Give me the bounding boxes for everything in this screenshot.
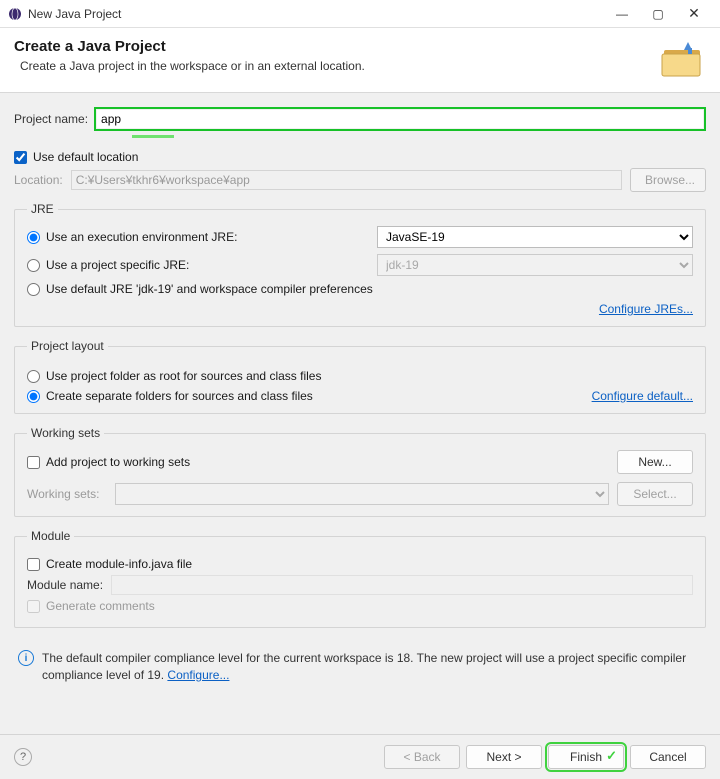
ime-underline [132, 135, 174, 138]
wizard-heading: Create a Java Project [14, 38, 658, 55]
module-name-label: Module name: [27, 578, 105, 592]
add-working-sets-label: Add project to working sets [46, 455, 190, 469]
layout-separate-label: Create separate folders for sources and … [46, 389, 313, 403]
cancel-button[interactable]: Cancel [630, 745, 706, 769]
configure-default-link[interactable]: Configure default... [592, 389, 693, 403]
layout-legend: Project layout [27, 339, 108, 353]
module-legend: Module [27, 529, 74, 543]
checkmark-icon: ✓ [606, 748, 617, 764]
configure-jres-link[interactable]: Configure JREs... [599, 302, 693, 316]
jre-opt2-row: Use a project specific JRE: jdk-19 [27, 254, 693, 276]
jre-group: JRE Use an execution environment JRE: Ja… [14, 202, 706, 327]
next-button[interactable]: Next > [466, 745, 542, 769]
use-default-location-row: Use default location [14, 150, 706, 164]
info-icon: i [18, 650, 34, 666]
select-working-set-button: Select... [617, 482, 693, 506]
jre-exec-env-radio[interactable] [27, 231, 40, 244]
jre-exec-env-label: Use an execution environment JRE: [46, 230, 237, 244]
window-title: New Java Project [28, 7, 604, 21]
close-button[interactable]: ✕ [676, 2, 712, 26]
layout-group: Project layout Use project folder as roo… [14, 339, 706, 414]
configure-compliance-link[interactable]: Configure... [167, 668, 229, 682]
minimize-button[interactable]: — [604, 2, 640, 26]
folder-icon [658, 38, 706, 78]
project-name-highlight [94, 107, 706, 131]
jre-exec-env-select[interactable]: JavaSE-19 [377, 226, 693, 248]
layout-separate-radio[interactable] [27, 390, 40, 403]
working-sets-group: Working sets Add project to working sets… [14, 426, 706, 517]
working-sets-legend: Working sets [27, 426, 104, 440]
jre-project-specific-radio[interactable] [27, 259, 40, 272]
location-label: Location: [14, 173, 63, 187]
jre-default-label: Use default JRE 'jdk-19' and workspace c… [46, 282, 373, 296]
finish-button[interactable]: Finish ✓ [548, 745, 624, 769]
location-row: Location: Browse... [14, 168, 706, 192]
create-module-info-label: Create module-info.java file [46, 557, 192, 571]
titlebar: New Java Project — ▢ ✕ [0, 0, 720, 28]
add-working-sets-checkbox[interactable] [27, 456, 40, 469]
use-default-location-checkbox[interactable] [14, 151, 27, 164]
project-name-input[interactable] [97, 110, 703, 128]
layout-root-radio[interactable] [27, 370, 40, 383]
jre-opt3-row: Use default JRE 'jdk-19' and workspace c… [27, 282, 693, 296]
button-bar: ? < Back Next > Finish ✓ Cancel [0, 734, 720, 779]
project-name-row: Project name: [14, 107, 706, 131]
maximize-button[interactable]: ▢ [640, 2, 676, 26]
generate-comments-checkbox [27, 600, 40, 613]
layout-opt2-row: Create separate folders for sources and … [27, 389, 693, 403]
eclipse-icon [8, 7, 22, 21]
jre-opt1-row: Use an execution environment JRE: JavaSE… [27, 226, 693, 248]
browse-button: Browse... [630, 168, 706, 192]
layout-opt1-row: Use project folder as root for sources a… [27, 369, 693, 383]
jre-legend: JRE [27, 202, 58, 216]
location-input [71, 170, 622, 190]
wizard-banner: Create a Java Project Create a Java proj… [0, 28, 720, 93]
project-name-label: Project name: [14, 112, 88, 126]
new-working-set-button[interactable]: New... [617, 450, 693, 474]
jre-project-specific-label: Use a project specific JRE: [46, 258, 189, 272]
jre-project-specific-select: jdk-19 [377, 254, 693, 276]
info-text: The default compiler compliance level fo… [42, 650, 702, 684]
wizard-content: Project name: Use default location Locat… [0, 93, 720, 734]
back-button: < Back [384, 745, 460, 769]
use-default-location-label: Use default location [33, 150, 138, 164]
layout-root-label: Use project folder as root for sources a… [46, 369, 321, 383]
module-name-input [111, 575, 693, 595]
create-module-info-checkbox[interactable] [27, 558, 40, 571]
working-sets-label: Working sets: [27, 487, 107, 501]
module-group: Module Create module-info.java file Modu… [14, 529, 706, 628]
info-message: i The default compiler compliance level … [14, 640, 706, 690]
generate-comments-label: Generate comments [46, 599, 155, 613]
jre-default-radio[interactable] [27, 283, 40, 296]
help-button[interactable]: ? [14, 748, 32, 766]
wizard-subheading: Create a Java project in the workspace o… [20, 59, 658, 73]
working-sets-select [115, 483, 609, 505]
